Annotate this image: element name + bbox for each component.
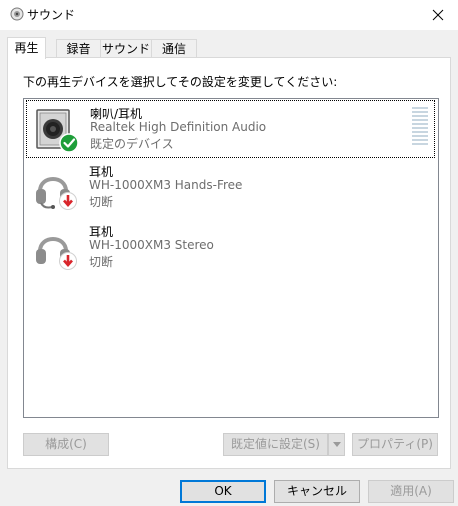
headset-icon bbox=[36, 177, 77, 210]
close-button[interactable] bbox=[418, 0, 458, 30]
device-description: Realtek High Definition Audio bbox=[90, 120, 267, 134]
device-status: 切断 bbox=[89, 255, 114, 269]
device-description: WH-1000XM3 Stereo bbox=[89, 238, 214, 252]
device-item-headset-handsfree[interactable]: 耳机 WH-1000XM3 Hands-Free 切断 bbox=[26, 159, 435, 217]
cancel-button[interactable]: キャンセル bbox=[274, 480, 360, 503]
configure-button[interactable]: 構成(C) bbox=[23, 433, 109, 456]
set-default-dropdown[interactable] bbox=[328, 433, 345, 456]
apply-button[interactable]: 適用(A) bbox=[368, 480, 454, 503]
check-icon bbox=[59, 133, 79, 153]
tab-communications[interactable]: 通信 bbox=[151, 39, 197, 58]
volume-meter bbox=[412, 107, 428, 147]
device-list[interactable]: 喇叭/耳机 Realtek High Definition Audio 既定のデ… bbox=[23, 98, 439, 418]
tab-playback[interactable]: 再生 bbox=[7, 37, 46, 59]
device-description: WH-1000XM3 Hands-Free bbox=[89, 178, 243, 192]
sound-app-icon bbox=[10, 7, 24, 21]
ok-button[interactable]: OK bbox=[180, 480, 266, 503]
window-title: サウンド bbox=[27, 8, 76, 22]
tab-sounds[interactable]: サウンド bbox=[100, 39, 152, 58]
device-status: 切断 bbox=[89, 195, 114, 209]
playback-panel: 下の再生デバイスを選択してその設定を変更してください: 喇叭/耳机 Realte… bbox=[7, 57, 451, 469]
title-bar: サウンド bbox=[0, 0, 458, 30]
speaker-icon bbox=[36, 109, 79, 153]
close-icon bbox=[432, 9, 444, 21]
device-status: 既定のデバイス bbox=[90, 137, 174, 151]
instruction-text: 下の再生デバイスを選択してその設定を変更してください: bbox=[23, 75, 338, 89]
chevron-down-icon bbox=[332, 442, 341, 447]
device-item-speakers[interactable]: 喇叭/耳机 Realtek High Definition Audio 既定のデ… bbox=[26, 100, 435, 158]
device-item-headphones-stereo[interactable]: 耳机 WH-1000XM3 Stereo 切断 bbox=[26, 219, 435, 277]
headphones-icon bbox=[36, 237, 77, 270]
properties-button[interactable]: プロパティ(P) bbox=[352, 433, 438, 456]
set-default-button[interactable]: 既定値に設定(S) bbox=[223, 433, 328, 456]
tab-recording[interactable]: 録音 bbox=[56, 39, 101, 58]
